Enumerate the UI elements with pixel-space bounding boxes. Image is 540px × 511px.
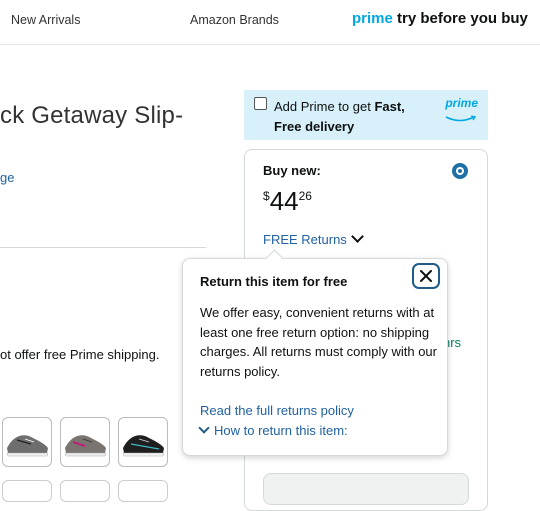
- buy-new-radio[interactable]: [452, 163, 468, 179]
- product-title: ck Getaway Slip-: [0, 102, 184, 129]
- add-prime-text: Add Prime to get Fast, Free delivery: [274, 97, 434, 137]
- section-divider: [0, 247, 206, 248]
- color-swatch-6[interactable]: [118, 480, 168, 502]
- prime-smile-icon: [445, 115, 477, 122]
- add-prime-text-prefix: Add Prime to get: [274, 99, 375, 114]
- color-swatch-2[interactable]: [60, 417, 110, 467]
- prime-try-before-you-buy-banner[interactable]: prime try before you buy: [352, 10, 528, 27]
- price: $4426: [263, 186, 312, 217]
- quantity-dropdown[interactable]: [263, 473, 469, 505]
- returns-policy-link[interactable]: Read the full returns policy: [200, 403, 354, 418]
- shoe-image: [6, 435, 49, 457]
- price-whole: 44: [269, 186, 299, 216]
- shoe-image: [122, 435, 165, 457]
- popover-title: Return this item for free: [200, 274, 348, 289]
- free-returns-label: FREE Returns: [263, 232, 347, 247]
- prime-logo-icon: prime: [442, 96, 478, 122]
- popover-body: We offer easy, convenient returns with a…: [200, 305, 437, 379]
- how-to-return-toggle[interactable]: How to return this item:: [198, 422, 348, 438]
- close-button[interactable]: [412, 263, 440, 289]
- nav-amazon-brands[interactable]: Amazon Brands: [190, 13, 279, 27]
- close-icon: [420, 270, 432, 282]
- shoe-image: [64, 435, 107, 457]
- buy-new-label: Buy new:: [263, 163, 321, 178]
- top-navigation: New Arrivals Amazon Brands prime try bef…: [0, 0, 540, 45]
- chevron-down-icon: [198, 422, 210, 434]
- free-returns-link[interactable]: FREE Returns: [263, 230, 364, 247]
- returns-popover: Return this item for free We offer easy,…: [182, 249, 448, 456]
- prime-tagline: try before you buy: [397, 10, 528, 27]
- color-swatch-5[interactable]: [60, 480, 110, 502]
- how-to-return-label: How to return this item:: [214, 423, 348, 438]
- prime-wordmark: prime: [352, 10, 393, 27]
- color-swatch-4[interactable]: [2, 480, 52, 502]
- shipping-note: ot offer free Prime shipping.: [0, 347, 160, 362]
- price-fraction: 26: [298, 189, 312, 203]
- prime-logo-word: prime: [445, 96, 478, 110]
- nav-new-arrivals[interactable]: New Arrivals: [11, 13, 80, 27]
- color-swatch-1[interactable]: [2, 417, 52, 467]
- chevron-down-icon: [350, 230, 364, 243]
- add-prime-checkbox[interactable]: [254, 97, 267, 110]
- color-swatch-3[interactable]: [118, 417, 168, 467]
- product-link[interactable]: ge: [0, 170, 14, 185]
- add-prime-offer[interactable]: Add Prime to get Fast, Free delivery pri…: [244, 90, 488, 140]
- price-currency: $: [263, 189, 270, 203]
